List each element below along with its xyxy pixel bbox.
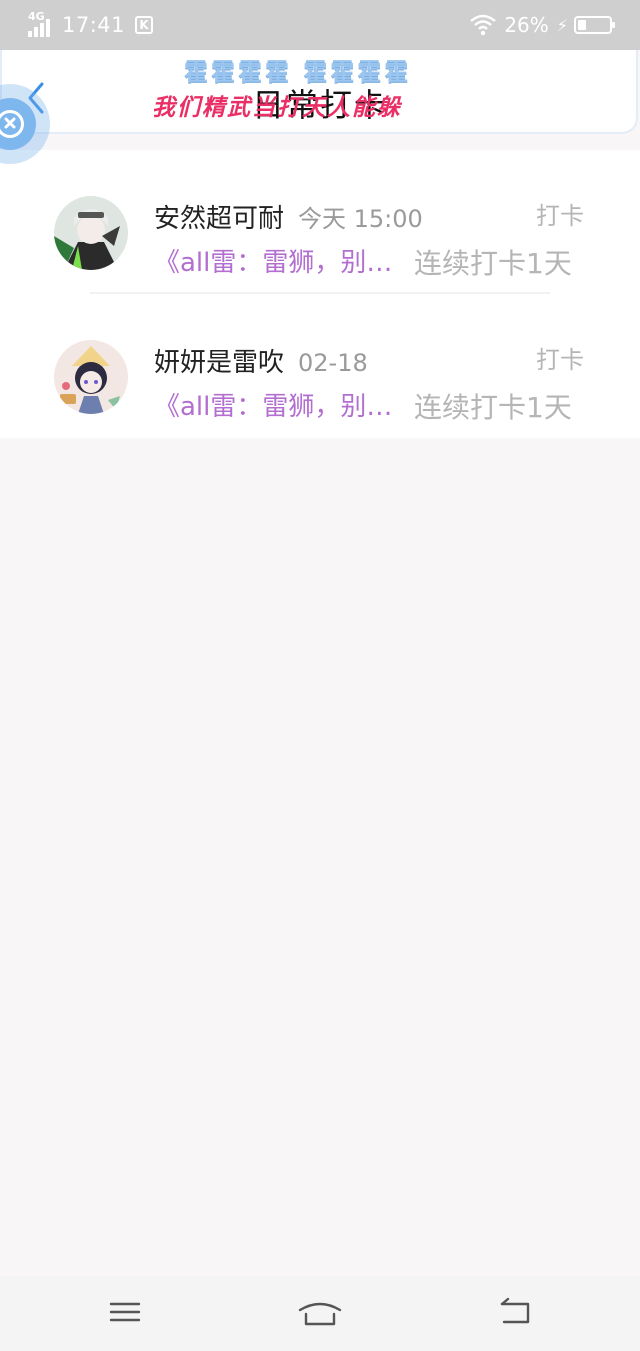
home-icon[interactable]: [298, 1292, 342, 1332]
story-title[interactable]: 《all雷：雷狮，别…: [154, 386, 404, 423]
back-icon[interactable]: [494, 1292, 538, 1332]
menu-icon[interactable]: [103, 1292, 147, 1332]
charging-icon: ⚡: [556, 15, 568, 35]
title-decoration-top: 霍霍霍霍 霍霍霍霍: [184, 58, 412, 86]
checkin-list: 安然超可耐 今天 15:00 打卡 《all雷：雷狮，别… 连续打卡1天 妍妍是雷…: [0, 150, 640, 438]
user-name[interactable]: 安然超可耐 今天 15:00: [154, 198, 423, 235]
checkin-time: 02-18: [298, 349, 368, 377]
avatar[interactable]: [54, 340, 128, 414]
status-right: 26% ⚡: [470, 12, 615, 38]
battery-percent: 26%: [504, 13, 549, 37]
story-title[interactable]: 《all雷：雷狮，别…: [154, 242, 404, 279]
user-name[interactable]: 妍妍是雷吹 02-18: [154, 342, 368, 379]
battery-icon: [574, 16, 615, 34]
list-item[interactable]: 妍妍是雷吹 02-18 打卡 《all雷：雷狮，别… 连续打卡1天: [0, 294, 640, 438]
status-left: 4G 17:41 K: [28, 11, 154, 38]
app-notification-icon: K: [135, 16, 154, 34]
checkin-streak: 连续打卡1天: [414, 391, 572, 424]
wifi-icon: [470, 14, 497, 36]
checkin-time: 今天 15:00: [298, 205, 423, 233]
status-time: 17:41: [62, 13, 126, 37]
user-name-text: 妍妍是雷吹: [154, 348, 285, 378]
user-name-text: 安然超可耐: [154, 204, 285, 234]
title-decoration-bottom: 我们精武当打天人能躲: [152, 95, 402, 121]
checkin-streak: 连续打卡1天: [414, 247, 572, 280]
checkin-tag: 打卡: [536, 346, 584, 374]
list-item[interactable]: 安然超可耐 今天 15:00 打卡 《all雷：雷狮，别… 连续打卡1天: [0, 150, 640, 294]
checkin-tag: 打卡: [536, 202, 584, 230]
avatar[interactable]: [54, 196, 128, 270]
battery-fill: [578, 20, 586, 30]
status-bar: 4G 17:41 K 26% ⚡: [0, 0, 640, 50]
signal-icon: 4G: [28, 11, 54, 37]
system-navbar: [0, 1276, 640, 1351]
